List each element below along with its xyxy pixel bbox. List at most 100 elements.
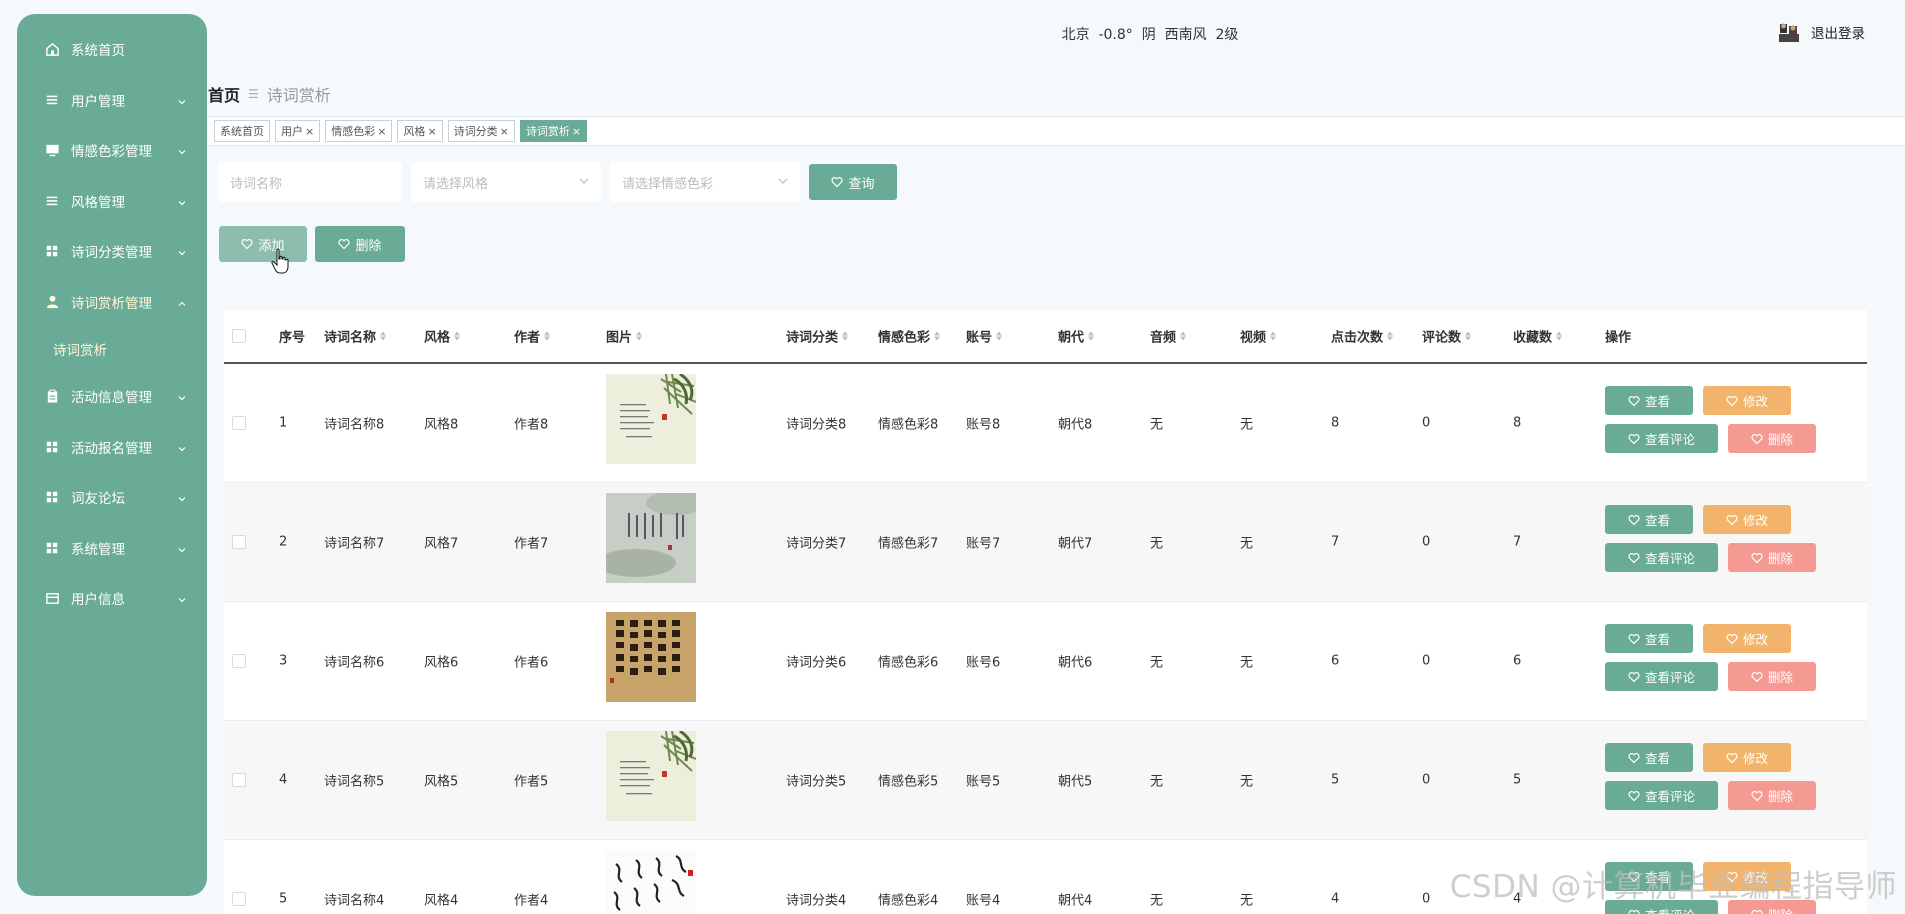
sidebar-item[interactable]: 系统首页 (17, 24, 207, 75)
hand-cursor-icon (271, 248, 289, 274)
select-all-checkbox[interactable] (232, 329, 246, 343)
style-select[interactable]: 请选择风格 (411, 162, 601, 202)
sort-icon[interactable] (1088, 331, 1095, 341)
edit-button[interactable]: 修改 (1703, 386, 1791, 415)
sort-icon[interactable] (544, 331, 551, 341)
column-header[interactable]: 朝代 (1058, 327, 1095, 346)
row-delete-button[interactable]: 删除 (1728, 662, 1816, 691)
checkbox[interactable] (232, 773, 246, 787)
user-box[interactable]: 退出登录 (1777, 20, 1865, 44)
cell-audio: 无 (1150, 655, 1164, 671)
logout-link[interactable]: 退出登录 (1811, 22, 1865, 42)
close-icon[interactable]: × (377, 125, 386, 138)
cell-author: 作者7 (514, 536, 549, 552)
close-icon[interactable]: × (572, 125, 581, 138)
close-icon[interactable]: × (500, 125, 509, 138)
cell-video: 无 (1240, 417, 1254, 433)
row-checkbox[interactable] (232, 416, 246, 430)
breadcrumb-home[interactable]: 首页 (208, 82, 240, 106)
sort-icon[interactable] (934, 331, 941, 341)
sort-icon[interactable] (636, 331, 643, 341)
sidebar-item[interactable]: 诗词分类管理 (17, 226, 207, 277)
row-checkbox[interactable] (232, 773, 246, 787)
cell-style: 风格4 (424, 893, 459, 909)
column-header[interactable]: 评论数 (1422, 327, 1472, 346)
sidebar-item[interactable]: 用户信息 (17, 573, 207, 624)
column-header[interactable]: 诗词分类 (786, 327, 849, 346)
sort-icon[interactable] (1387, 331, 1394, 341)
sort-icon[interactable] (1270, 331, 1277, 341)
column-header-label: 诗词分类 (786, 330, 839, 346)
sort-icon[interactable] (996, 331, 1003, 341)
sort-icon[interactable] (842, 331, 849, 341)
sidebar-item[interactable]: 风格管理 (17, 176, 207, 227)
column-header[interactable]: 图片 (606, 327, 643, 346)
view-comments-button[interactable]: 查看评论 (1605, 662, 1718, 691)
column-header[interactable]: 诗词名称 (324, 327, 387, 346)
sidebar-item[interactable]: 词友论坛 (17, 472, 207, 523)
checkbox[interactable] (232, 654, 246, 668)
tab[interactable]: 诗词赏析 × (519, 120, 588, 142)
sort-icon[interactable] (1556, 331, 1563, 341)
column-header[interactable]: 收藏数 (1513, 327, 1563, 346)
row-delete-label: 删除 (1767, 432, 1793, 447)
checkbox[interactable] (232, 535, 246, 549)
row-checkbox[interactable] (232, 535, 246, 549)
checkbox[interactable] (232, 892, 246, 906)
row-delete-button[interactable]: 删除 (1728, 543, 1816, 572)
sort-icon[interactable] (1465, 331, 1472, 341)
column-header[interactable]: 音频 (1150, 327, 1187, 346)
sidebar-item-label: 活动报名管理 (71, 440, 152, 457)
row-checkbox[interactable] (232, 654, 246, 668)
column-header[interactable]: 视频 (1240, 327, 1277, 346)
sort-icon[interactable] (380, 331, 387, 341)
heart-icon (1726, 633, 1738, 644)
view-comments-button[interactable]: 查看评论 (1605, 543, 1718, 572)
view-button[interactable]: 查看 (1605, 505, 1693, 534)
submenu-item-poem-appreciation[interactable]: 诗词赏析 (17, 327, 207, 371)
tab[interactable]: 用户 × (275, 120, 321, 142)
sort-icon[interactable] (454, 331, 461, 341)
sidebar-item[interactable]: 活动信息管理 (17, 371, 207, 422)
delete-button[interactable]: 删除 (315, 226, 405, 262)
sidebar-item[interactable]: 活动报名管理 (17, 422, 207, 473)
checkbox[interactable] (232, 416, 246, 430)
sidebar-item[interactable]: 诗词赏析管理 (17, 277, 207, 328)
view-button[interactable]: 查看 (1605, 386, 1693, 415)
add-button[interactable]: 添加 (219, 226, 307, 262)
tab[interactable]: 系统首页 (214, 120, 270, 142)
edit-button[interactable]: 修改 (1703, 624, 1791, 653)
heart-icon (1726, 395, 1738, 406)
row-delete-button[interactable]: 删除 (1728, 781, 1816, 810)
view-comments-button[interactable]: 查看评论 (1605, 781, 1718, 810)
tab[interactable]: 情感色彩 × (325, 120, 393, 142)
close-icon[interactable]: × (427, 125, 436, 138)
column-header[interactable]: 风格 (424, 327, 461, 346)
query-button[interactable]: 查询 (809, 164, 897, 200)
view-button[interactable]: 查看 (1605, 743, 1693, 772)
edit-button[interactable]: 修改 (1703, 743, 1791, 772)
watermark: CSDN @计算机毕业编程指导师 (1449, 869, 1897, 905)
sidebar-item[interactable]: 系统管理 (17, 523, 207, 574)
poem-name-input[interactable]: 诗词名称 (218, 162, 402, 202)
column-header[interactable]: 情感色彩 (878, 327, 941, 346)
column-header[interactable]: 点击次数 (1331, 327, 1394, 346)
edit-button[interactable]: 修改 (1703, 505, 1791, 534)
close-icon[interactable]: × (305, 125, 314, 138)
tab[interactable]: 诗词分类 × (447, 120, 515, 142)
edit-label: 修改 (1742, 751, 1768, 766)
checkbox[interactable] (232, 329, 246, 343)
sidebar-item[interactable]: 用户管理 (17, 75, 207, 126)
poem-name-placeholder: 诗词名称 (230, 176, 283, 192)
sort-icon[interactable] (1180, 331, 1187, 341)
tab[interactable]: 风格 × (397, 120, 443, 142)
column-header[interactable]: 账号 (966, 327, 1003, 346)
emotion-select[interactable]: 请选择情感色彩 (610, 162, 800, 202)
column-header[interactable]: 作者 (514, 327, 551, 346)
row-delete-button[interactable]: 删除 (1728, 424, 1816, 453)
sidebar-item[interactable]: 情感色彩管理 (17, 125, 207, 176)
view-comments-button[interactable]: 查看评论 (1605, 424, 1718, 453)
row-checkbox[interactable] (232, 892, 246, 906)
row-delete-label: 删除 (1767, 670, 1793, 685)
view-button[interactable]: 查看 (1605, 624, 1693, 653)
